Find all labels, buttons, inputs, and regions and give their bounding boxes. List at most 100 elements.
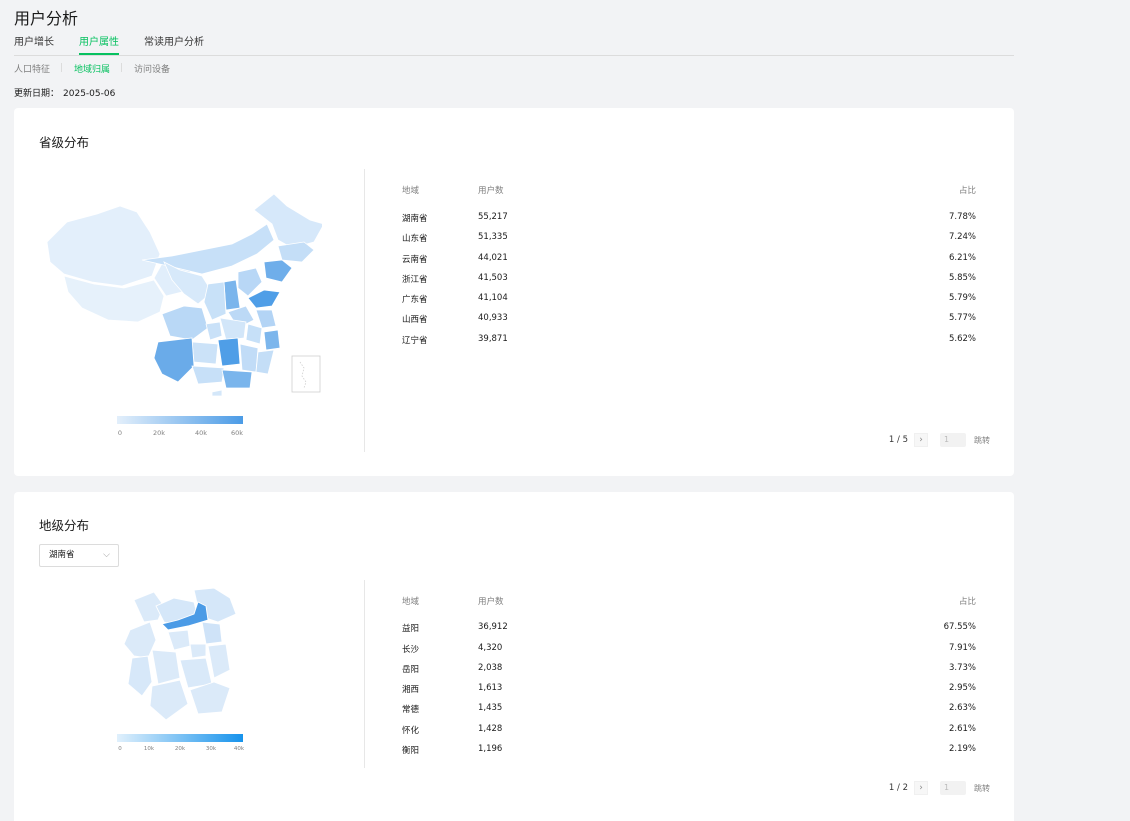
table-row: 山西省 40,933 5.77% xyxy=(14,313,1014,333)
row-users: 1,613 xyxy=(478,683,503,693)
row-pct: 2.63% xyxy=(948,703,976,713)
row-region: 山东省 xyxy=(402,234,428,244)
map-region-guangxi xyxy=(191,365,225,385)
row-pct: 6.21% xyxy=(948,253,976,263)
chevron-right-icon: › xyxy=(919,783,923,793)
jump-button[interactable]: 跳转 xyxy=(974,783,990,794)
row-pct: 2.61% xyxy=(948,724,976,734)
table-row: 长沙 4,320 7.91% xyxy=(14,643,1014,663)
row-region: 云南省 xyxy=(402,255,428,265)
map-region-guangdong xyxy=(221,369,253,389)
legend-tick: 60k xyxy=(230,429,244,437)
table-row: 浙江省 41,503 5.85% xyxy=(14,273,1014,293)
main-tabs: 用户增长 用户属性 常读用户分析 xyxy=(14,37,1014,56)
row-users: 36,912 xyxy=(478,622,508,632)
row-users: 51,335 xyxy=(478,232,508,242)
page-jump-input[interactable]: 1 xyxy=(940,781,966,795)
subtab-divider xyxy=(61,63,62,72)
next-page-button[interactable]: › xyxy=(914,433,928,447)
city-pagination: 1 / 2 › 1 跳转 xyxy=(889,781,990,795)
tab-user-growth[interactable]: 用户增长 xyxy=(14,37,54,49)
update-value: 2025-05-06 xyxy=(63,89,116,99)
province-distribution-card: 省级分布 0 20k 40k 60k 地域 用户数 占比 湖南省 55,217 … xyxy=(14,108,1014,476)
subtab-divider xyxy=(121,63,122,72)
col-header-users: 用户数 xyxy=(478,597,504,607)
tab-user-attributes[interactable]: 用户属性 xyxy=(79,37,119,55)
province-title: 省级分布 xyxy=(39,135,90,150)
table-row: 辽宁省 39,871 5.62% xyxy=(14,334,1014,354)
row-users: 1,428 xyxy=(478,724,503,734)
subtab-demographics[interactable]: 人口特征 xyxy=(14,62,50,75)
city-title: 地级分布 xyxy=(39,518,90,533)
col-header-users: 用户数 xyxy=(478,186,504,196)
row-region: 辽宁省 xyxy=(402,336,428,346)
chevron-right-icon: › xyxy=(919,435,923,445)
row-region: 长沙 xyxy=(402,645,420,655)
row-pct: 5.79% xyxy=(948,293,976,303)
row-region: 广东省 xyxy=(402,295,428,305)
map-region-hainan xyxy=(211,389,223,396)
row-users: 40,933 xyxy=(478,313,508,323)
row-pct: 7.24% xyxy=(948,232,976,242)
table-row: 山东省 51,335 7.24% xyxy=(14,232,1014,252)
province-select[interactable]: 湖南省 ⌵ xyxy=(39,544,119,567)
row-region: 怀化 xyxy=(402,726,420,736)
legend-tick: 0 xyxy=(117,429,123,437)
row-pct: 3.73% xyxy=(948,663,976,673)
page-status: 1 / 5 xyxy=(888,435,908,445)
table-row: 广东省 41,104 5.79% xyxy=(14,293,1014,313)
city-distribution-card: 地级分布 湖南省 ⌵ 0 10k 20k 30k 40k 地域 用户数 占比 益… xyxy=(14,492,1014,821)
page-status: 1 / 2 xyxy=(888,783,908,793)
row-pct: 67.55% xyxy=(943,622,976,632)
row-pct: 7.91% xyxy=(948,643,976,653)
row-users: 44,021 xyxy=(478,253,508,263)
row-region: 山西省 xyxy=(402,315,428,325)
row-pct: 7.78% xyxy=(948,212,976,222)
row-users: 1,196 xyxy=(478,744,503,754)
table-row: 益阳 36,912 67.55% xyxy=(14,622,1014,642)
table-row: 云南省 44,021 6.21% xyxy=(14,253,1014,273)
page-jump-input[interactable]: 1 xyxy=(940,433,966,447)
legend-tick: 20k xyxy=(152,429,166,437)
row-pct: 2.95% xyxy=(948,683,976,693)
subtab-region[interactable]: 地域归属 xyxy=(74,62,110,75)
table-row: 常德 1,435 2.63% xyxy=(14,703,1014,723)
row-users: 4,320 xyxy=(478,643,503,653)
subtab-devices[interactable]: 访问设备 xyxy=(134,62,170,75)
table-row: 怀化 1,428 2.61% xyxy=(14,724,1014,744)
update-date: 更新日期： 2025-05-06 xyxy=(14,86,119,99)
row-users: 55,217 xyxy=(478,212,508,222)
row-users: 39,871 xyxy=(478,334,508,344)
row-region: 浙江省 xyxy=(402,275,428,285)
row-region: 湘西 xyxy=(402,685,420,695)
col-header-region: 地域 xyxy=(402,186,420,196)
col-header-region: 地域 xyxy=(402,597,420,607)
south-sea-inset xyxy=(291,355,321,393)
chevron-down-icon: ⌵ xyxy=(103,550,110,560)
row-pct: 2.19% xyxy=(948,744,976,754)
col-header-pct: 占比 xyxy=(958,186,976,196)
table-row: 衡阳 1,196 2.19% xyxy=(14,744,1014,764)
legend-tick: 40k xyxy=(194,429,208,437)
tab-frequent-readers[interactable]: 常读用户分析 xyxy=(144,37,204,49)
row-region: 岳阳 xyxy=(402,665,420,675)
row-pct: 5.62% xyxy=(948,334,976,344)
row-users: 2,038 xyxy=(478,663,503,673)
table-row: 岳阳 2,038 3.73% xyxy=(14,663,1014,683)
page-title: 用户分析 xyxy=(14,9,79,28)
jump-button[interactable]: 跳转 xyxy=(974,435,990,446)
row-users: 1,435 xyxy=(478,703,503,713)
table-row: 湘西 1,613 2.95% xyxy=(14,683,1014,703)
update-label: 更新日期： xyxy=(14,89,60,99)
row-pct: 5.77% xyxy=(948,313,976,323)
col-header-pct: 占比 xyxy=(958,597,976,607)
province-select-value: 湖南省 xyxy=(49,550,75,560)
row-region: 益阳 xyxy=(402,624,420,634)
province-legend-bar xyxy=(117,416,243,424)
row-region: 湖南省 xyxy=(402,214,428,224)
next-page-button[interactable]: › xyxy=(914,781,928,795)
row-pct: 5.85% xyxy=(948,273,976,283)
row-region: 衡阳 xyxy=(402,746,420,756)
row-region: 常德 xyxy=(402,705,420,715)
table-row: 湖南省 55,217 7.78% xyxy=(14,212,1014,232)
